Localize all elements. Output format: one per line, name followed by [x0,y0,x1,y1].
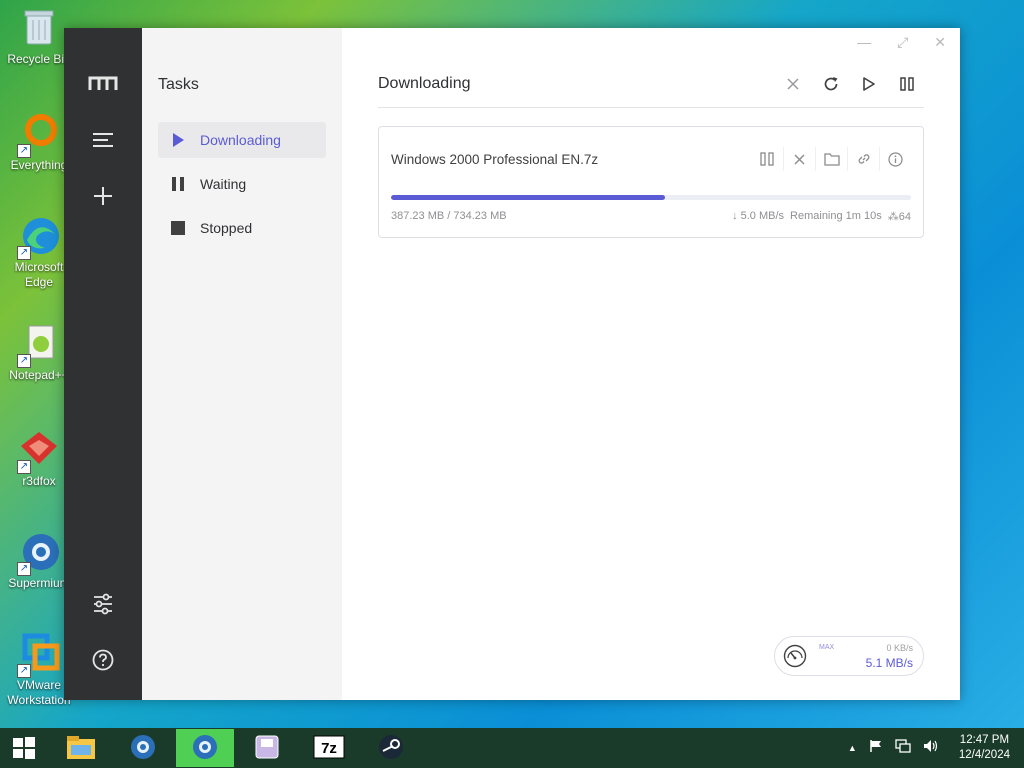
speed-max-label: MAX [819,644,835,651]
nav-item-stopped[interactable]: Stopped [158,210,326,246]
recycle-bin-icon [17,6,61,50]
steam-icon [379,735,403,759]
resume-all-icon[interactable] [860,75,878,93]
progress-bar [391,195,911,200]
nav-item-label: Downloading [200,132,281,148]
task-size: 387.23 MB / 734.23 MB [391,210,507,222]
connections-icon: ⁂ [887,211,899,223]
connections-count: 64 [898,211,911,223]
task-connections: ⁂64 [888,210,911,223]
main-panel: — ⤢ ✕ Downloading Windows 2000 Professio… [342,28,960,700]
motrix-app-icon [193,735,217,759]
everything-icon: ↗ [17,112,61,158]
task-remaining: Remaining 1m 10s [790,210,882,222]
nav-title: Tasks [158,76,199,93]
edge-icon: ↗ [17,214,61,260]
header-actions [784,75,916,93]
minimize-button[interactable]: — [857,34,871,51]
taskbar: 7z ▲ 12:47 PM 12/4/2024 [0,728,1024,768]
delete-task-icon[interactable] [783,147,815,171]
pause-icon [170,176,186,192]
motrix-window: Tasks Downloading Waiting Stopped — ⤢ ✕ [64,28,960,700]
file-explorer-icon [67,736,95,759]
vmware-icon: ↗ [17,632,61,678]
pause-task-icon[interactable] [751,147,783,171]
taskbar-supermium[interactable] [114,729,172,767]
close-button[interactable]: ✕ [934,34,946,51]
preferences-icon[interactable] [88,589,118,619]
shortcut-arrow-icon: ↗ [17,144,31,158]
clock-date: 12/4/2024 [958,749,1010,761]
shortcut-arrow-icon: ↗ [17,664,31,678]
nav-item-label: Stopped [200,220,253,236]
system-tray: ▲ 12:47 PM 12/4/2024 [848,733,1024,763]
supermium-icon: ↗ [17,530,61,576]
pause-all-icon[interactable] [898,75,916,93]
task-speed: ↓ 5.0 MB/s [732,210,785,222]
desktop-icon-label: Everything [10,158,68,172]
flag-icon[interactable] [869,739,883,758]
nav-item-label: Waiting [200,176,247,192]
r3dfox-icon: ↗ [17,428,61,474]
shortcut-arrow-icon: ↗ [17,246,31,260]
shortcut-arrow-icon: ↗ [17,354,31,368]
app-logo-icon[interactable] [88,68,118,98]
7zip-icon: 7z [313,735,345,759]
task-actions [751,147,911,171]
start-button[interactable] [0,728,48,768]
task-stats: ↓ 5.0 MB/s Remaining 1m 10s ⁂64 [732,210,911,223]
notepad-plus-plus-icon: ↗ [17,322,61,368]
taskbar-steam[interactable] [362,729,420,767]
folder-icon[interactable] [815,147,847,171]
link-icon[interactable] [847,147,879,171]
clock[interactable]: 12:47 PM 12/4/2024 [959,733,1010,763]
taskbar-cdburner[interactable] [238,729,296,767]
desktop-icon-label: Supermium [8,576,70,590]
delete-all-icon[interactable] [784,75,802,93]
shortcut-arrow-icon: ↗ [17,460,31,474]
taskbar-motrix[interactable] [176,729,234,767]
volume-icon[interactable] [923,739,939,758]
task-item[interactable]: Windows 2000 Professional EN.7z 387.23 M… [378,126,924,238]
progress-fill [391,195,666,200]
shortcut-arrow-icon: ↗ [17,562,31,576]
disc-burner-icon [255,735,279,759]
speed-meter-widget[interactable]: MAX 0 KB/s 5.1 MB/s [774,636,924,676]
main-header: Downloading [378,28,924,108]
desktop-icon-label: Recycle Bin [7,52,71,66]
supermium-icon [131,735,155,759]
task-name: Windows 2000 Professional EN.7z [391,151,599,167]
download-speed: 5.1 MB/s [865,656,913,670]
nav-item-waiting[interactable]: Waiting [158,166,326,202]
info-icon[interactable] [879,147,911,171]
speedometer-icon [783,644,807,668]
side-rail [64,28,142,700]
add-task-icon[interactable] [88,181,118,211]
help-icon[interactable] [88,645,118,675]
task-nav: Tasks Downloading Waiting Stopped [142,28,342,700]
maximize-button[interactable]: ⤢ [897,34,908,51]
desktop-icon-label: r3dfox [22,474,56,488]
network-icon[interactable] [895,738,911,758]
refresh-icon[interactable] [822,75,840,93]
page-title: Downloading [378,75,471,92]
tray-overflow-icon[interactable]: ▲ [848,743,857,753]
nav-item-downloading[interactable]: Downloading [158,122,326,158]
windows-icon [13,737,35,759]
menu-icon[interactable] [88,125,118,155]
desktop-icon-label: Notepad++ [9,368,69,382]
window-controls: — ⤢ ✕ [857,34,946,51]
taskbar-7zip[interactable]: 7z [300,729,358,767]
taskbar-file-explorer[interactable] [52,729,110,767]
upload-speed: 0 KB/s [886,643,913,653]
play-icon [170,132,186,148]
clock-time: 12:47 PM [959,734,1010,746]
svg-text:7z: 7z [321,740,337,757]
stop-icon [170,220,186,236]
